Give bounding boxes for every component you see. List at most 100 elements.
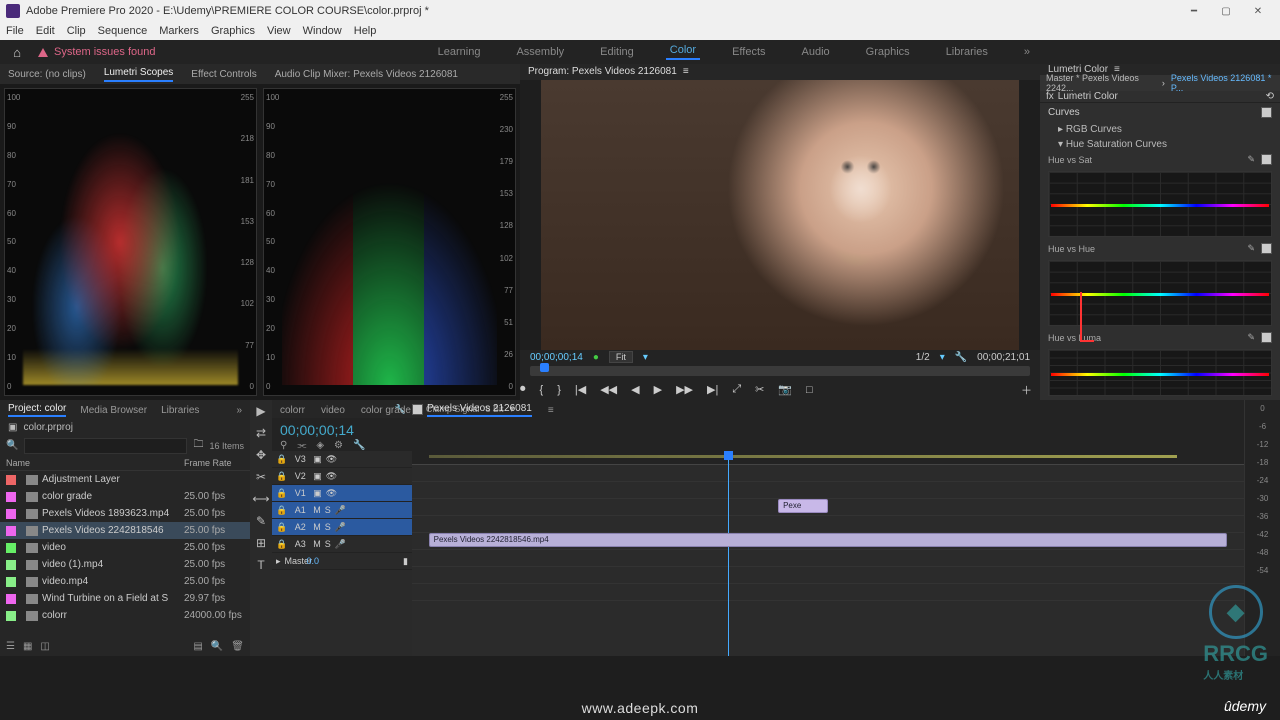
ws-audio[interactable]: Audio (798, 46, 834, 58)
tab-effect-controls[interactable]: Effect Controls (191, 69, 256, 80)
system-warning[interactable]: System issues found (38, 46, 156, 58)
eye-icon[interactable] (326, 454, 337, 465)
settings-icon[interactable]: ⚙ (334, 440, 343, 451)
track-a2[interactable]: A2MS🎤 (272, 519, 412, 536)
project-item[interactable]: video25.00 fps (0, 539, 250, 556)
clip-adjustment[interactable]: Pexe (778, 499, 828, 513)
hue-sat-curves-row[interactable]: ▾ Hue Saturation Curves (1040, 137, 1280, 152)
solo-icon[interactable]: S (325, 522, 331, 532)
comparison-view-icon[interactable]: □ (806, 384, 813, 396)
add-marker-icon[interactable]: ⏺ (520, 383, 526, 396)
menu-view[interactable]: View (267, 25, 291, 37)
export-frame-icon[interactable]: 📷 (778, 383, 792, 396)
seq-tab-video[interactable]: video (321, 405, 345, 416)
sequence-clip-label[interactable]: Pexels Videos 2126081 * P... (1171, 73, 1274, 93)
minimize-button[interactable]: ━ (1178, 2, 1210, 20)
extract-icon[interactable]: ✂ (755, 383, 764, 396)
chevron-down-icon[interactable]: ▾ (643, 352, 648, 363)
playback-resolution[interactable]: 1/2 (916, 352, 930, 363)
project-item[interactable]: color grade25.00 fps (0, 488, 250, 505)
lock-icon[interactable] (276, 488, 287, 499)
tab-lumetri-scopes[interactable]: Lumetri Scopes (104, 67, 173, 82)
timecode-current[interactable]: 00;00;00;14 (530, 352, 583, 363)
lock-icon[interactable] (276, 505, 287, 516)
reset-icon[interactable]: ⟲ (1266, 91, 1274, 102)
track-master[interactable]: ▸Master0.0▮ (272, 553, 412, 570)
master-clip-label[interactable]: Master * Pexels Videos 2242... (1046, 73, 1156, 93)
mute-icon[interactable]: M (313, 522, 321, 532)
eyedropper-icon[interactable]: ✎ (1247, 243, 1255, 254)
clip-main-video[interactable]: Pexels Videos 2242818546.mp4 (429, 533, 1228, 547)
ws-graphics[interactable]: Graphics (862, 46, 914, 58)
voice-icon[interactable]: 🎤 (335, 522, 346, 533)
fit-dropdown[interactable]: Fit (609, 351, 633, 363)
eye-icon[interactable] (326, 471, 337, 482)
ws-more-icon[interactable]: » (1020, 46, 1034, 58)
tab-libraries[interactable]: Libraries (161, 405, 199, 416)
toggle-output-icon[interactable]: ▣ (313, 488, 322, 499)
ws-editing[interactable]: Editing (596, 46, 638, 58)
tab-project[interactable]: Project: color (8, 403, 66, 417)
toggle-output-icon[interactable]: ▣ (313, 454, 322, 465)
lock-icon[interactable] (276, 522, 287, 533)
pen-tool-icon[interactable]: ✎ (256, 514, 266, 528)
step-forward-icon[interactable]: ▶▶ (676, 383, 693, 396)
monitor-scrubber[interactable] (520, 364, 1040, 379)
close-button[interactable]: ✕ (1242, 2, 1274, 20)
mute-icon[interactable]: M (313, 505, 321, 515)
menu-sequence[interactable]: Sequence (98, 25, 148, 37)
hue-vs-hue-curve[interactable] (1048, 260, 1272, 326)
ws-color[interactable]: Color (666, 44, 700, 60)
hue-vs-luma-curve[interactable] (1048, 349, 1272, 396)
meter-icon[interactable]: ▮ (403, 556, 408, 567)
solo-icon[interactable]: S (325, 505, 331, 515)
lock-icon[interactable] (276, 454, 287, 465)
new-item-icon[interactable]: ▤ (193, 641, 202, 652)
voice-icon[interactable]: 🎤 (335, 539, 346, 550)
menu-markers[interactable]: Markers (159, 25, 199, 37)
project-columns[interactable]: Name Frame Rate (0, 456, 250, 471)
hue-vs-sat-curve[interactable] (1048, 171, 1272, 237)
ws-learning[interactable]: Learning (434, 46, 485, 58)
timeline-canvas[interactable]: Pexe Pexels Videos 2242818546.mp4 (412, 451, 1244, 656)
hvh-enable-checkbox[interactable] (1261, 243, 1272, 254)
mark-in-icon[interactable]: { (540, 384, 544, 396)
overflow-icon[interactable]: » (236, 405, 242, 416)
marker-icon[interactable]: ◈ (316, 440, 324, 451)
curves-enable-checkbox[interactable] (1261, 107, 1272, 118)
project-item[interactable]: Adjustment Layer (0, 471, 250, 488)
hvs-enable-checkbox[interactable] (1261, 154, 1272, 165)
panel-menu-icon[interactable]: ≡ (683, 66, 689, 77)
home-icon[interactable]: ⌂ (6, 44, 28, 60)
panel-menu-icon[interactable]: ≡ (548, 405, 554, 416)
search-icon[interactable]: 🔍 (6, 440, 18, 451)
lift-icon[interactable]: ⤢ (732, 383, 741, 396)
project-search-input[interactable] (24, 438, 187, 454)
menu-edit[interactable]: Edit (36, 25, 55, 37)
ws-libraries[interactable]: Libraries (942, 46, 992, 58)
go-to-in-icon[interactable]: |◀ (575, 383, 586, 396)
toggle-output-icon[interactable]: ▣ (313, 471, 322, 482)
menu-clip[interactable]: Clip (67, 25, 86, 37)
play-backward-icon[interactable]: ◀ (631, 383, 639, 396)
ws-effects[interactable]: Effects (728, 46, 769, 58)
col-fps[interactable]: Frame Rate (184, 458, 244, 468)
program-tab[interactable]: Program: Pexels Videos 2126081 ≡ (520, 64, 1040, 80)
step-back-icon[interactable]: ◀◀ (600, 383, 617, 396)
track-a1[interactable]: A1MS🎤 (272, 502, 412, 519)
mark-out-icon[interactable]: } (557, 384, 561, 396)
ws-assembly[interactable]: Assembly (512, 46, 568, 58)
add-button-icon[interactable]: ＋ (1021, 382, 1032, 398)
lock-icon[interactable] (276, 539, 287, 550)
mute-icon[interactable]: M (313, 539, 321, 549)
project-item[interactable]: video (1).mp425.00 fps (0, 556, 250, 573)
go-to-out-icon[interactable]: ▶| (707, 383, 718, 396)
selection-tool-icon[interactable]: ▶ (256, 404, 265, 418)
trash-icon[interactable]: 🗑 (231, 641, 244, 652)
lock-icon[interactable] (276, 471, 287, 482)
menu-graphics[interactable]: Graphics (211, 25, 255, 37)
seq-tab-colorr[interactable]: colorr (280, 405, 305, 416)
tab-source[interactable]: Source: (no clips) (8, 69, 86, 80)
hvl-enable-checkbox[interactable] (1261, 332, 1272, 343)
chevron-down-icon[interactable]: ▾ (940, 352, 945, 363)
